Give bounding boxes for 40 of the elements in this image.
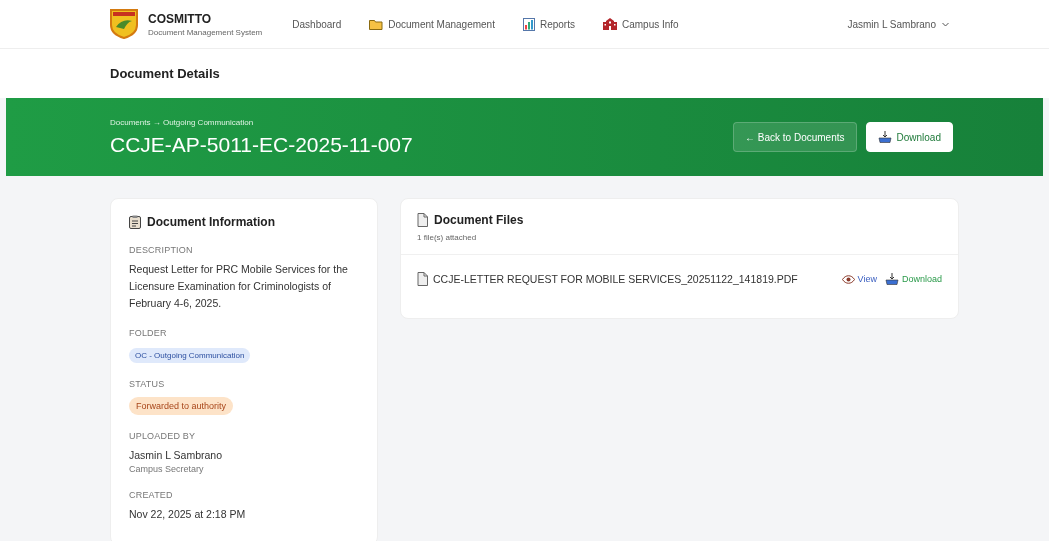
view-link[interactable]: View xyxy=(841,274,877,284)
building-icon xyxy=(602,18,617,30)
brand-name: COSMITTO xyxy=(148,11,213,26)
uploader-name: Jasmin L Sambrano xyxy=(129,448,223,463)
folder-icon xyxy=(369,18,384,30)
download-icon xyxy=(877,131,892,143)
eye-icon xyxy=(841,274,855,284)
clipboard-icon xyxy=(129,215,141,229)
breadcrumb: Documents → Outgoing Communication xyxy=(110,117,255,127)
file-count: 1 file(s) attached xyxy=(417,233,478,242)
field-value: Nov 22, 2025 at 2:18 PM xyxy=(129,507,247,522)
field-label: STATUS xyxy=(129,379,166,389)
brand-subtitle: Document Management System xyxy=(148,27,263,37)
field-label: UPLOADED BY xyxy=(129,431,197,441)
document-icon xyxy=(417,272,428,286)
uploader-role: Campus Secretary xyxy=(129,464,205,474)
field-value: Request Letter for PRC Mobile Services for the Licensure Examination for Criminologists of February 4-6, 2025. xyxy=(129,262,349,311)
field-label: CREATED xyxy=(129,490,174,500)
user-menu[interactable]: Jasmin L Sambrano xyxy=(847,18,949,30)
logo-icon xyxy=(110,9,138,39)
folder-tag: OC - Outgoing Communication xyxy=(129,348,251,363)
card-title: Document Information xyxy=(147,215,275,229)
field-label: FOLDER xyxy=(129,328,168,338)
status-tag: Forwarded to authority xyxy=(129,397,234,415)
bar-chart-icon xyxy=(522,17,535,31)
chevron-icon xyxy=(942,21,949,27)
nav-link[interactable]: Campus Info xyxy=(602,17,679,31)
download-button[interactable]: Download xyxy=(865,122,953,152)
field-label: DESCRIPTION xyxy=(129,245,194,255)
download-link[interactable]: Download xyxy=(884,273,942,285)
nav-link[interactable]: Dashboard xyxy=(292,17,342,31)
nav-link[interactable]: Document Management xyxy=(369,17,495,31)
file-name: CCJE-LETTER REQUEST FOR MOBILE SERVICES_20251122_141819.PDF xyxy=(433,273,798,285)
document-icon xyxy=(417,213,428,227)
download-icon xyxy=(884,273,899,285)
card-title: Document Files xyxy=(434,213,524,227)
back-button[interactable]: ← Back to Documents xyxy=(733,122,857,152)
nav-link[interactable]: Reports xyxy=(522,17,575,31)
page-title: Document Details xyxy=(109,65,221,83)
document-title: CCJE-AP-5011-EC-2025-11-007 xyxy=(110,132,414,157)
